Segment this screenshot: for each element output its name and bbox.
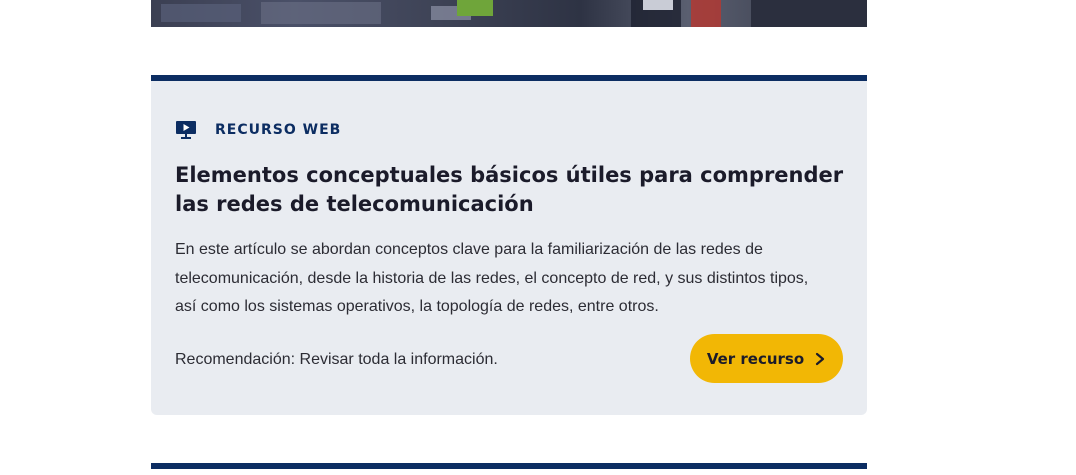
view-resource-button-label: Ver recurso bbox=[706, 349, 805, 368]
chevron-right-icon bbox=[814, 352, 826, 366]
resource-description: En este artículo se abordan conceptos cl… bbox=[175, 241, 809, 315]
resource-card: RECURSO WEB Elementos conceptuales básic… bbox=[151, 75, 867, 415]
monitor-play-icon bbox=[175, 120, 197, 140]
view-resource-button[interactable]: Ver recurso bbox=[690, 334, 843, 383]
banner-image bbox=[151, 0, 867, 27]
resource-recommendation: Recomendación: Revisar toda la informaci… bbox=[175, 351, 498, 368]
next-card-top-border bbox=[151, 463, 867, 469]
resource-type-label: RECURSO WEB bbox=[215, 122, 342, 138]
resource-type: RECURSO WEB bbox=[175, 119, 341, 141]
resource-title: Elementos conceptuales básicos útiles pa… bbox=[175, 163, 844, 216]
